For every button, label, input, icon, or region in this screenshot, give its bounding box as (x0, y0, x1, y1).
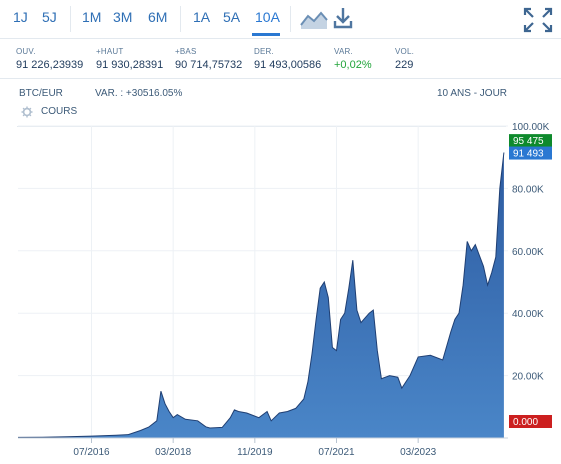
x-tick-label: 07/2021 (318, 447, 355, 458)
y-tick-label: 80.00K (512, 184, 544, 195)
price-chart: 07/2016 03/2018 11/2019 07/2021 03/2023 100.… (17, 122, 552, 458)
x-tick-label: 07/2016 (73, 447, 110, 458)
price-badges: 95 475 91 493 0.000 (509, 134, 552, 428)
price-badge-label: 0.000 (513, 417, 538, 428)
y-tick-label: 60.00K (512, 247, 544, 258)
y-tick-label: 20.00K (512, 372, 544, 383)
y-tick-label: 100.00K (512, 122, 550, 133)
price-area (18, 152, 504, 438)
x-tick-label: 03/2018 (155, 447, 192, 458)
price-badge-label: 95 475 (513, 136, 544, 147)
x-tick-label: 03/2023 (400, 447, 437, 458)
y-tick-label: 40.00K (512, 309, 544, 320)
y-axis: 100.00K 80.00K 60.00K 40.00K 20.00K (512, 122, 550, 383)
price-badge-label: 91 493 (513, 149, 544, 160)
x-tick-label: 11/2019 (237, 447, 273, 458)
x-axis: 07/2016 03/2018 11/2019 07/2021 03/2023 (18, 437, 508, 458)
